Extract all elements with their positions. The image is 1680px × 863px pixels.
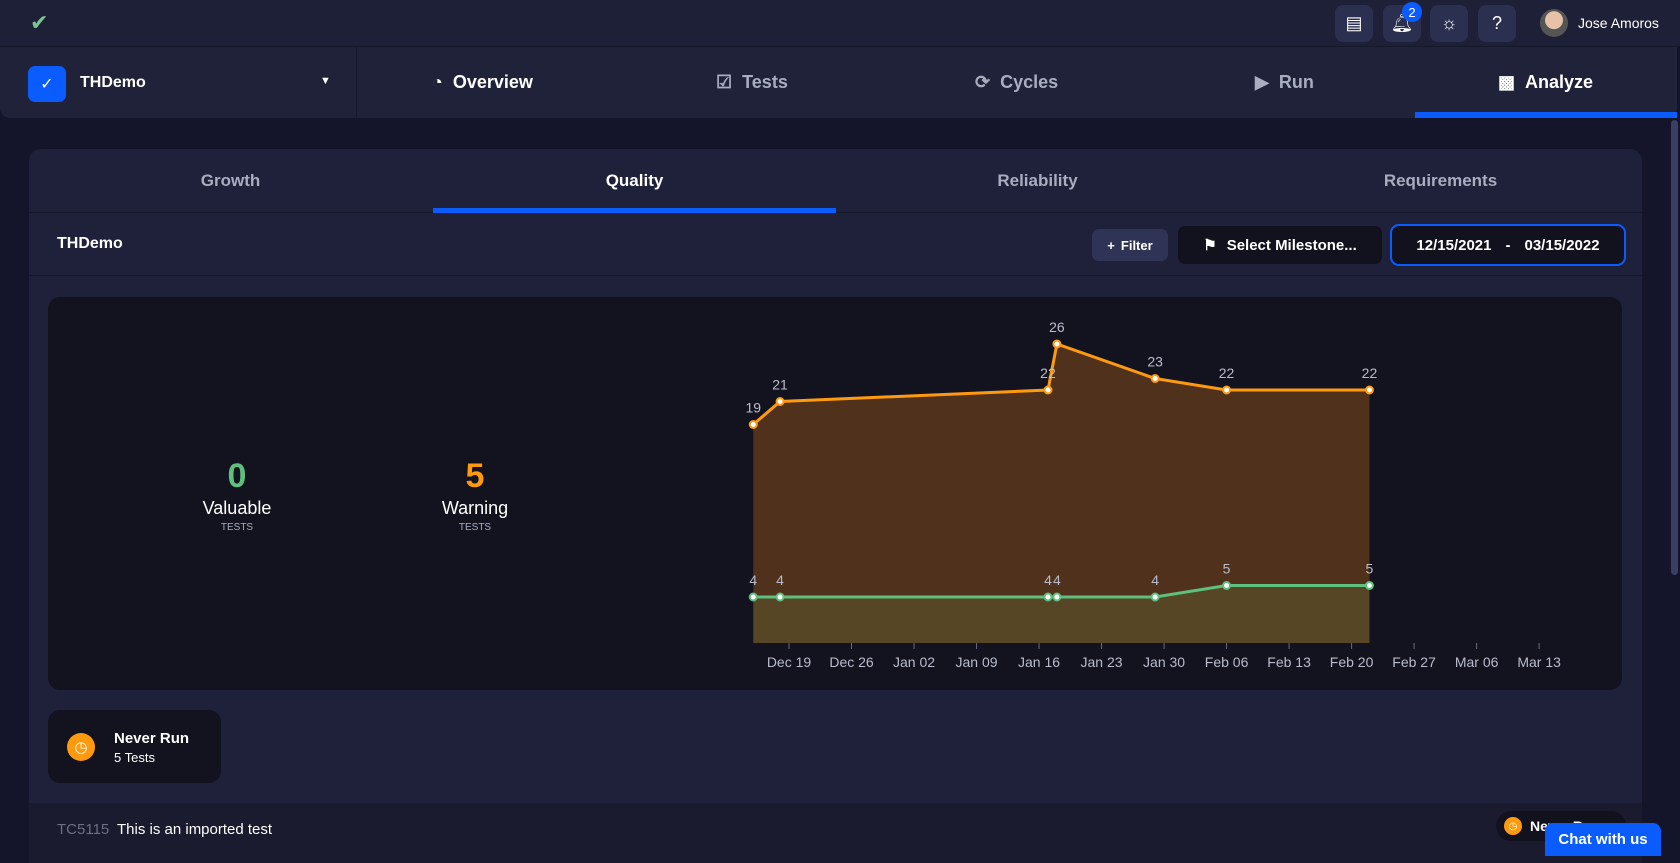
notification-badge: 2 — [1402, 2, 1422, 22]
top-bar: ✔ ▤ 🔔︎ 2 ☼ ? Jose Amoros — [0, 0, 1680, 47]
x-tick-label: Mar 06 — [1455, 654, 1499, 670]
data-label: 4 — [1044, 572, 1052, 588]
data-point — [1364, 385, 1374, 395]
section-title: THDemo — [57, 235, 123, 252]
data-point — [1043, 385, 1053, 395]
filter-button[interactable]: + Filter — [1092, 229, 1168, 261]
data-point — [1222, 385, 1232, 395]
x-tick-label: Mar 13 — [1517, 654, 1561, 670]
data-label: 5 — [1366, 561, 1374, 577]
theme-toggle-button[interactable]: ☼ — [1430, 5, 1468, 42]
subtab-growth[interactable]: Growth — [29, 149, 432, 213]
quality-chart-panel: 0 Valuable TESTS 5 Warning TESTS 19 21 22 2… — [48, 297, 1622, 690]
x-tick-label: Dec 26 — [829, 654, 874, 670]
inbox-icon: ▤ — [1345, 13, 1363, 33]
user-name[interactable]: Jose Amoros — [1578, 15, 1659, 31]
data-label: 22 — [1219, 365, 1235, 381]
chevron-down-icon[interactable]: ▼ — [320, 75, 331, 87]
avatar[interactable] — [1540, 9, 1568, 37]
test-id: TC5115 — [57, 821, 110, 838]
date-range-picker[interactable]: 12/15/2021-03/15/2022 — [1390, 224, 1626, 266]
clock-icon: ◷ — [1504, 817, 1522, 835]
plus-icon: + — [1107, 237, 1115, 253]
data-label: 23 — [1147, 354, 1163, 370]
data-point — [1052, 592, 1062, 602]
flag-icon: ⚑ — [1203, 237, 1217, 254]
subtab-quality[interactable]: Quality — [433, 149, 836, 213]
help-button[interactable]: ? — [1478, 5, 1516, 42]
sun-icon: ☼ — [1440, 13, 1458, 33]
x-tick-label: Jan 30 — [1143, 654, 1185, 670]
clock-icon: ◷ — [67, 733, 95, 761]
data-label: 5 — [1223, 561, 1231, 577]
data-point — [1150, 592, 1160, 602]
x-tick-label: Feb 13 — [1267, 654, 1311, 670]
x-tick-label: Jan 23 — [1081, 654, 1123, 670]
data-point — [1364, 581, 1374, 590]
data-label: 21 — [772, 377, 788, 393]
chat-button[interactable]: Chat with us — [1545, 823, 1661, 856]
tab-overview[interactable]: ◔ Overview — [432, 47, 533, 118]
data-label: 4 — [1151, 572, 1159, 588]
project-selector[interactable]: ✓ THDemo ▼ — [0, 47, 357, 118]
milestone-select[interactable]: ⚑ Select Milestone... — [1178, 226, 1382, 264]
never-run-card[interactable]: ◷ Never Run 5 Tests — [48, 710, 221, 783]
analyze-card: Growth Quality Reliability Requirements … — [29, 149, 1642, 863]
tab-cycles[interactable]: ⟳ Cycles — [975, 47, 1058, 118]
x-tick-label: Jan 16 — [1018, 654, 1060, 670]
data-point — [775, 397, 785, 406]
x-tick-label: Feb 20 — [1330, 654, 1374, 670]
data-label: 22 — [1362, 365, 1378, 381]
data-point — [775, 592, 785, 602]
data-point — [748, 420, 758, 429]
data-label: 26 — [1049, 319, 1065, 335]
pie-icon: ◔ — [432, 72, 443, 92]
data-point — [1052, 339, 1062, 349]
project-name: THDemo — [80, 74, 146, 91]
x-tick-label: Jan 02 — [893, 654, 935, 670]
tab-run[interactable]: ▶ Run — [1255, 47, 1314, 118]
x-tick-label: Feb 06 — [1205, 654, 1249, 670]
tab-tests[interactable]: ☑ Tests — [716, 47, 788, 118]
data-label: 4 — [776, 572, 784, 588]
data-point — [1043, 592, 1053, 602]
play-icon: ▶ — [1255, 72, 1269, 92]
data-label: 4 — [749, 572, 757, 588]
clipboard-icon: ✓ — [28, 66, 66, 102]
tab-analyze[interactable]: ▩ Analyze — [1498, 47, 1593, 118]
data-label: 4 — [1053, 572, 1061, 588]
data-point — [748, 592, 758, 602]
toolbar: THDemo + Filter ⚑ Select Milestone... 12/1… — [29, 213, 1642, 276]
help-icon: ? — [1491, 13, 1502, 33]
scrollbar[interactable] — [1671, 120, 1678, 575]
subtab-reliability[interactable]: Reliability — [836, 149, 1239, 213]
quality-area-chart: 192122262322 224 4 4 4 45 5Dec 19 Dec 26 Jan 02 J… — [745, 319, 1561, 670]
active-tab-indicator — [1415, 112, 1677, 118]
x-tick-label: Feb 27 — [1392, 654, 1436, 670]
sub-tabs: Growth Quality Reliability Requirements — [29, 149, 1642, 213]
app-logo-icon[interactable]: ✔ — [30, 10, 48, 36]
subtab-requirements[interactable]: Requirements — [1239, 149, 1642, 213]
data-label: 22 — [1040, 365, 1056, 381]
inbox-button[interactable]: ▤ — [1335, 5, 1373, 42]
test-title[interactable]: This is an imported test — [117, 821, 272, 838]
main-nav: ✓ THDemo ▼ ◔ Overview ☑ Tests ⟳ Cycles ▶ Run… — [0, 47, 1677, 118]
data-point — [1222, 581, 1232, 590]
bar-chart-icon: ▩ — [1498, 72, 1516, 92]
data-point — [1150, 374, 1160, 383]
cycle-icon: ⟳ — [975, 72, 991, 92]
x-tick-label: Jan 09 — [956, 654, 998, 670]
x-tick-label: Dec 19 — [767, 654, 812, 670]
clipboard-icon: ☑ — [716, 72, 733, 92]
data-label: 19 — [745, 400, 761, 416]
table-row[interactable]: TC5115 This is an imported test ◷ Never … — [29, 803, 1642, 863]
